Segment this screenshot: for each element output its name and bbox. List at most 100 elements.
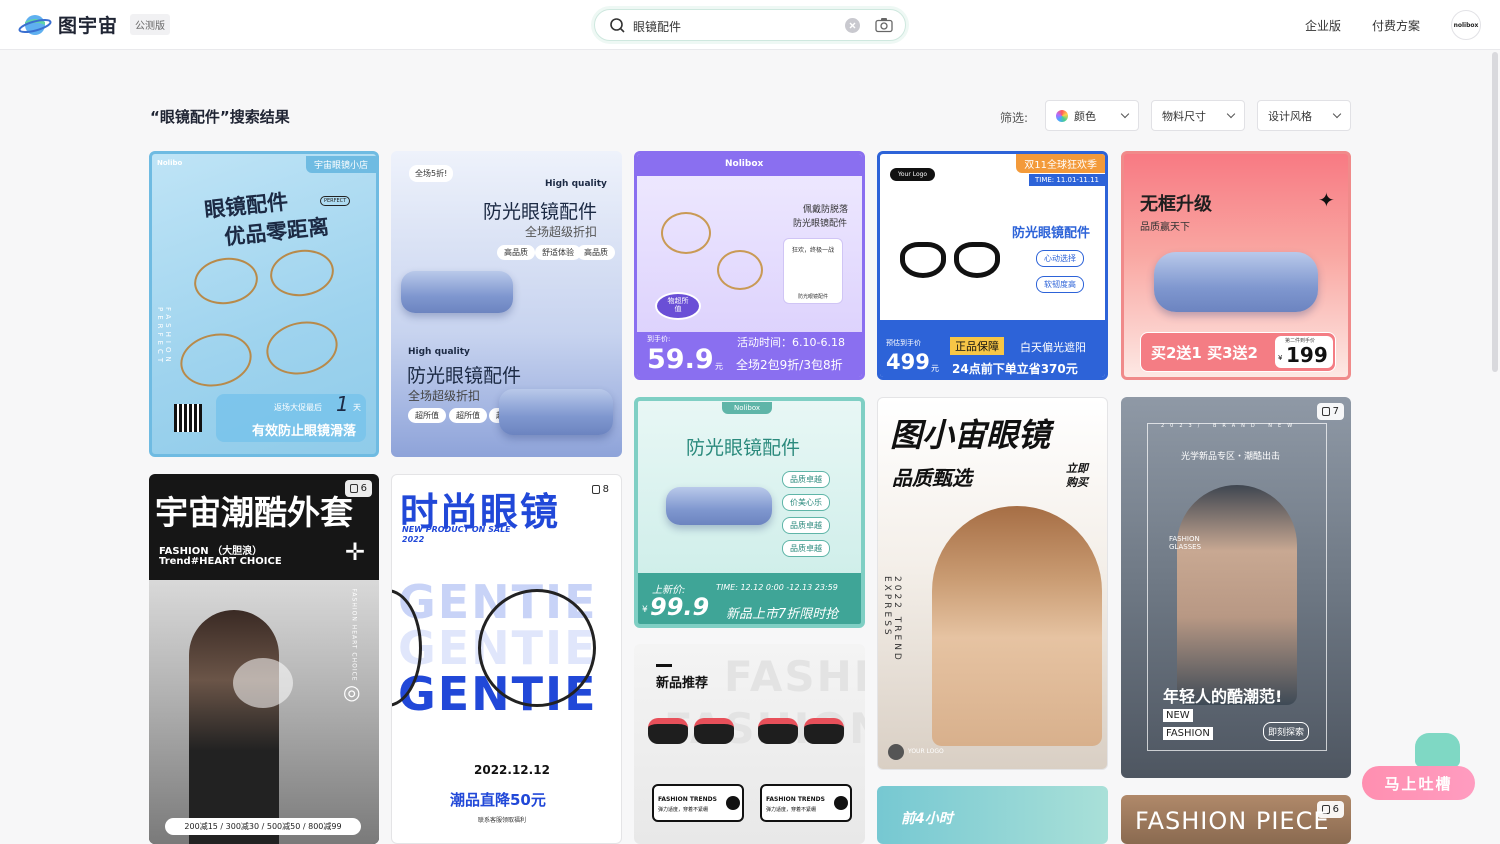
glasses-lens — [267, 245, 337, 301]
feature-tag: 价美心乐 — [782, 494, 830, 511]
detail-box: 狂欢，终极一战 防光眼镜配件 — [783, 238, 843, 304]
hq-label: High quality — [545, 179, 607, 189]
enterprise-link[interactable]: 企业版 — [1305, 17, 1341, 34]
glasses-lens — [900, 242, 946, 278]
search-input[interactable] — [633, 16, 833, 36]
price-band: 预估到手价 499 元 正品保障 白天偏光遮阳 24点前下单立省370元 — [880, 320, 1105, 377]
feedback-button[interactable]: 马上吐槽 — [1362, 766, 1475, 800]
price-box: 第二件到手价 ¥ 199 — [1275, 336, 1333, 368]
card-title: 前4小时 — [901, 811, 953, 827]
feature-tag: 高品质 — [577, 245, 615, 260]
glasses-lens — [478, 589, 596, 707]
perfect-badge: PERFECT — [320, 196, 351, 206]
style-filter-dropdown[interactable]: 设计风格 — [1257, 100, 1351, 131]
sparkle-icon: ✦ — [1318, 188, 1335, 212]
chevron-down-icon — [1226, 109, 1236, 119]
search-icon[interactable] — [609, 17, 626, 38]
card-brand: Nolibox — [722, 402, 773, 414]
template-card[interactable]: 全场5折! High quality 防光眼镜配件 全场超级折扣 高品质 舒适体… — [391, 151, 622, 457]
planet-logo-icon — [18, 12, 52, 38]
template-card[interactable]: 前4小时 — [877, 786, 1108, 844]
shop-tag: 宇宙眼镜小店 — [305, 156, 376, 173]
card-subtitle: 全场超级折扣 — [525, 225, 598, 239]
user-avatar[interactable]: nolibox — [1451, 10, 1481, 40]
template-card[interactable]: 无框升级 品质赢天下 ✦ 买2送1 买3送2 第二件到手价 ¥ 199 — [1121, 151, 1351, 380]
cart-icon — [726, 796, 740, 810]
feature-tag: 超所值 — [449, 408, 487, 423]
hq-label: High quality — [408, 347, 470, 357]
color-filter-label: 颜色 — [1074, 109, 1096, 123]
days-number: 1 — [336, 392, 349, 416]
template-card[interactable]: 8 时尚眼镜 NEW PRODUCT ON SALE 2022 GENTIE G… — [391, 474, 622, 844]
event-tag: 双11全球狂欢季 — [1016, 154, 1105, 173]
chevron-down-icon — [1120, 109, 1130, 119]
fashion-label: FASHION — [1163, 727, 1213, 740]
feature-tag: 心动选择 — [1036, 250, 1084, 267]
card-subtitle: NEW PRODUCT ON SALE — [402, 525, 511, 534]
size-filter-dropdown[interactable]: 物料尺寸 — [1151, 100, 1245, 131]
template-card[interactable]: 图小宙眼镜 品质甄选 立即购买 2022 TREND EXPRESS YOUR … — [877, 397, 1108, 770]
card-logo: Your Logo — [890, 168, 936, 181]
color-filter-dropdown[interactable]: 颜色 — [1045, 100, 1139, 131]
template-card[interactable]: 7 2023/ BRAND NEW 光学新品专区・潮酷出击 FASHION GL… — [1121, 397, 1351, 778]
template-card[interactable]: 6 FASHION PIECE — [1121, 795, 1351, 844]
mascot-icon[interactable] — [1415, 733, 1460, 767]
accent-bar — [656, 664, 672, 667]
glasses-lens — [661, 212, 711, 254]
feature-tag: 软韧度高 — [1036, 276, 1084, 293]
app-name: 图宇宙 — [58, 15, 119, 37]
card-title: 年轻人的酷潮范! — [1163, 687, 1283, 706]
pricing-link[interactable]: 付费方案 — [1372, 17, 1420, 34]
plus-icon: ✛ — [345, 538, 366, 566]
glasses-case-image — [401, 271, 513, 313]
color-wheel-icon — [1056, 109, 1068, 122]
promo-text: 潮品直降50元 — [450, 791, 546, 809]
product-box: FASHION TRENDS 弹力适度，穿着不紧绷 — [652, 784, 744, 822]
pages-icon — [1321, 407, 1330, 416]
glasses-case-image — [1154, 252, 1318, 312]
card-title: 图小宙眼镜 — [890, 416, 1051, 454]
price-label: 到手价: — [647, 335, 671, 343]
glasses-lens — [717, 250, 763, 290]
currency: ¥ — [642, 605, 648, 615]
brand-line: 2023/ BRAND NEW — [1161, 423, 1299, 429]
card-subtitle: Trend#HEART CHOICE — [159, 556, 282, 567]
template-card[interactable]: Your Logo 双11全球狂欢季 TIME: 11.01-11.11 防光眼… — [877, 151, 1108, 380]
template-card[interactable]: Nolibox 佩戴防脱落 防光眼镜配件 狂欢，终极一战 防光眼镜配件 物超所值… — [634, 151, 865, 380]
camera-icon[interactable] — [875, 17, 893, 37]
feature-tag: 超所值 — [408, 408, 446, 423]
search-bar[interactable] — [594, 9, 906, 41]
app-logo[interactable]: 图宇宙 公测版 — [18, 11, 171, 38]
clear-icon[interactable] — [845, 18, 860, 33]
price-value: 99.9 — [650, 593, 710, 621]
card-text: 防光眼镜配件 — [793, 219, 848, 229]
feature-tag: 舒适体验 — [535, 245, 581, 260]
box-subtext: 防光眼镜配件 — [798, 294, 829, 300]
feature-tag: 高品质 — [497, 245, 535, 260]
pages-icon — [591, 485, 600, 494]
card-subtitle: 品质赢天下 — [1140, 222, 1190, 233]
explore-button: 即刻探索 — [1263, 722, 1310, 741]
smoke — [233, 658, 293, 708]
beta-badge: 公测版 — [130, 14, 171, 35]
cart-icon — [834, 796, 848, 810]
price-unit: 元 — [715, 362, 723, 371]
side-text: 2022 TREND EXPRESS — [882, 576, 902, 663]
card-subtitle: 2022 — [402, 535, 425, 544]
coupon-bar: 200减15 / 300减30 / 500减50 / 800减99 — [165, 818, 361, 835]
card-brand: Nolibo — [157, 159, 183, 167]
card-title: 防光眼镜配件 — [483, 201, 598, 223]
activity-time: 活动时间：6.10-6.18 — [737, 336, 845, 349]
new-label: NEW — [1163, 709, 1193, 722]
template-card[interactable]: FASHION FASHION 新品推荐 FASHION TRENDS 弹力适度… — [634, 644, 865, 844]
card-title: 防光眼镜配件 — [1012, 226, 1091, 241]
card-title: 无框升级 — [1140, 194, 1212, 215]
top-header: 图宇宙 公测版 企业版 付费方案 nolibox — [0, 0, 1500, 50]
template-card[interactable]: Nolibo 宇宙眼镜小店 眼镜配件 优品零距离 PERFECT FASHION… — [149, 151, 379, 457]
template-card[interactable]: Nolibox 防光眼镜配件 品质卓越 价美心乐 品质卓越 品质卓越 上新价: … — [634, 397, 865, 628]
template-card[interactable]: 6 宇宙潮酷外套 FASHION （大胆浪） Trend#HEART CHOIC… — [149, 474, 379, 844]
style-filter-label: 设计风格 — [1268, 109, 1312, 123]
scrollbar[interactable] — [1492, 52, 1498, 372]
sunglasses-image — [804, 718, 844, 744]
feature-tag: 品质卓越 — [782, 517, 830, 534]
